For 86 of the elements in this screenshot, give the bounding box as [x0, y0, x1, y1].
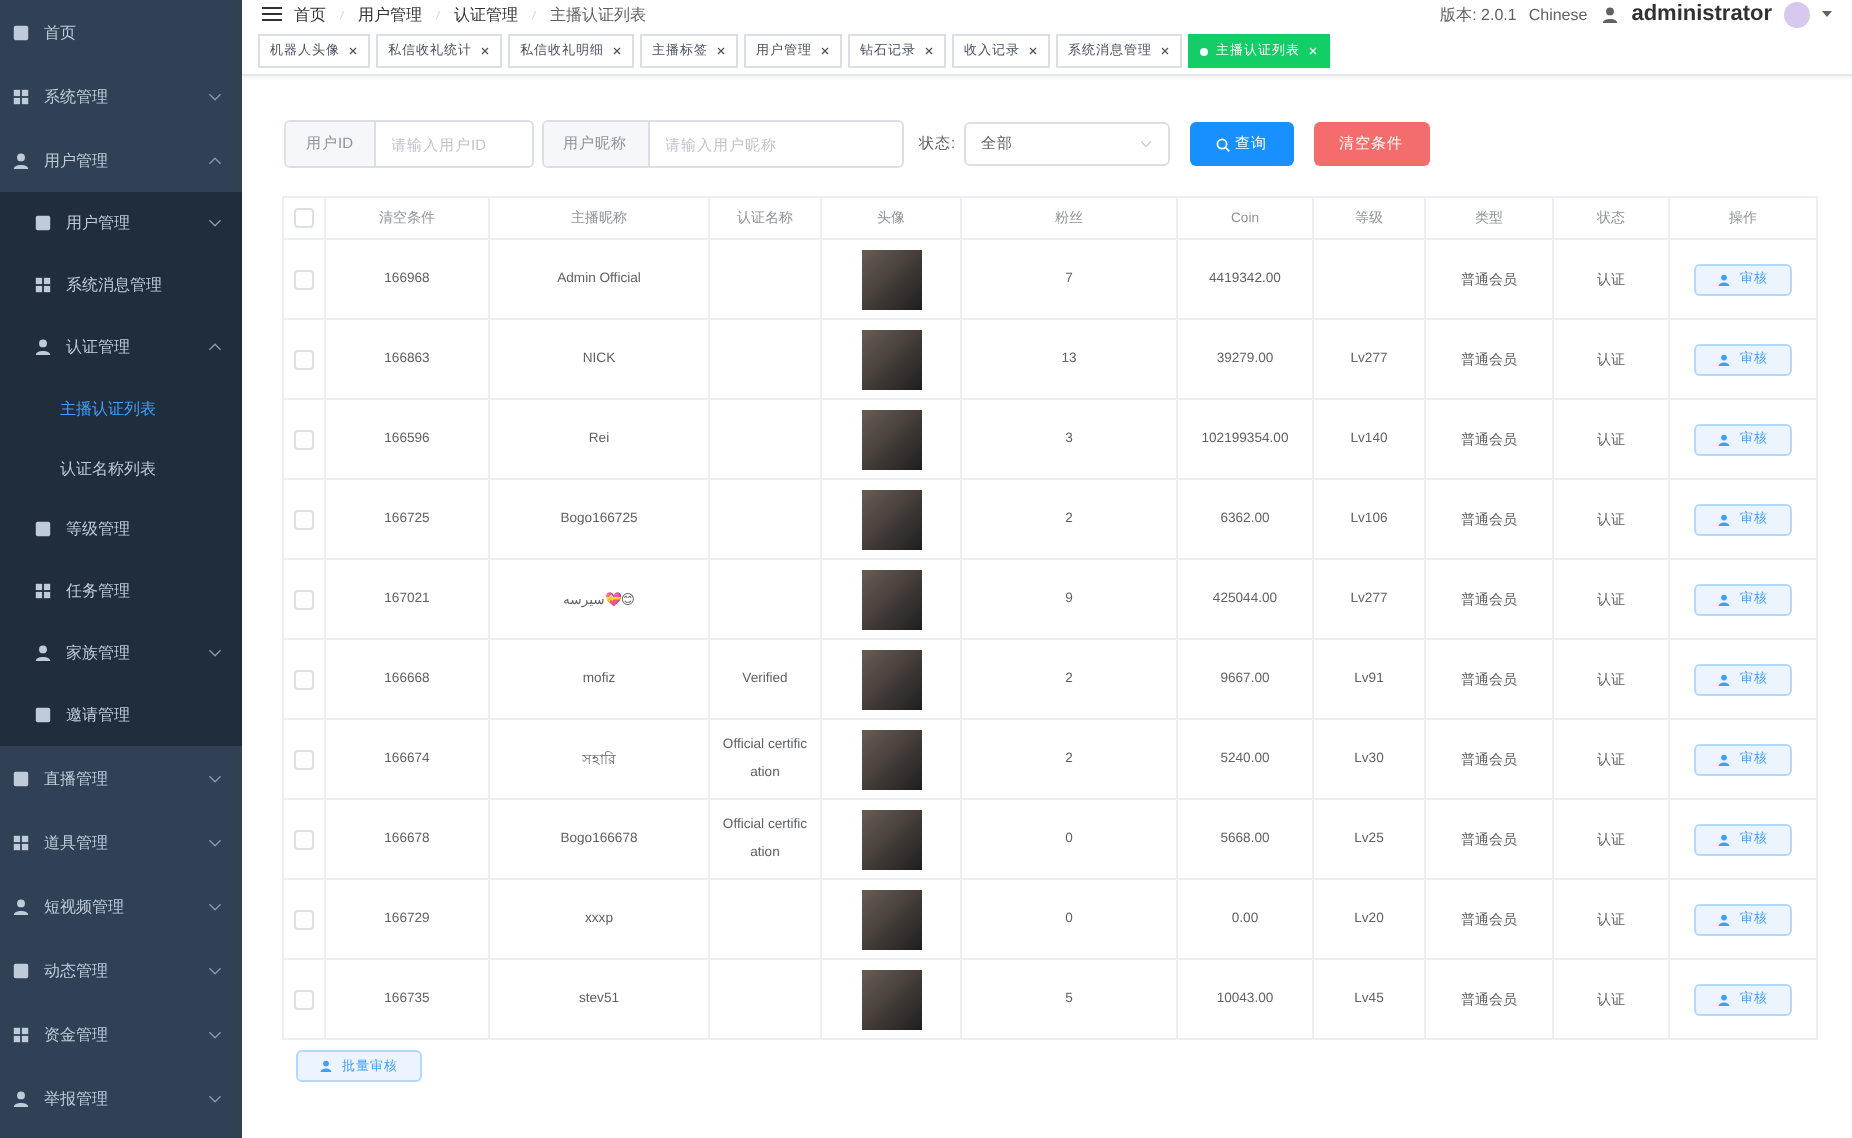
caret-icon [1822, 10, 1832, 18]
version-label: 版本: 2.0.1 [1440, 3, 1517, 25]
photo-placeholder [861, 889, 921, 949]
search-icon [1215, 137, 1230, 151]
user-icon [1718, 913, 1730, 925]
chevron-down-icon [208, 648, 222, 658]
checkbox[interactable] [294, 829, 314, 849]
close-icon [924, 46, 934, 56]
user-icon [1718, 273, 1730, 285]
chevron-down-icon [208, 218, 222, 228]
chevron-up-icon [208, 342, 222, 352]
close-icon [820, 46, 830, 56]
chevron-down-icon [208, 1093, 222, 1103]
sidebar-item[interactable]: 举报管理 [0, 1066, 242, 1130]
sidebar-item[interactable]: 主播认证列表 [0, 378, 242, 438]
close-icon [1308, 46, 1318, 56]
sidebar-item[interactable]: 资金管理 [0, 1002, 242, 1066]
user-icon [1718, 833, 1730, 845]
close-icon [1160, 46, 1170, 56]
photo-placeholder [861, 409, 921, 469]
photo-placeholder [861, 569, 921, 629]
close-icon [348, 46, 358, 56]
separator-icon [530, 7, 538, 21]
sidebar-item[interactable]: 用户管理 [0, 128, 242, 192]
user-icon [1718, 993, 1730, 1005]
sidebar-item[interactable]: 动态管理 [0, 938, 242, 1002]
sidebar-item[interactable]: 用户管理 [0, 192, 242, 254]
chevron-down-icon [208, 837, 222, 847]
people-icon [1599, 5, 1620, 23]
chevron-down-icon [208, 1029, 222, 1039]
chevron-down-icon [208, 901, 222, 911]
sidebar-item[interactable]: 任务管理 [0, 560, 242, 622]
user-icon [1718, 433, 1730, 445]
user-icon [1718, 353, 1730, 365]
close-icon [480, 46, 490, 56]
user-icon [320, 1060, 332, 1072]
avatar[interactable] [1784, 1, 1810, 27]
language-selector[interactable]: Chinese [1528, 5, 1588, 23]
sidebar-item[interactable]: 等级管理 [0, 498, 242, 560]
photo-placeholder [861, 329, 921, 389]
user-name: administrator [1631, 2, 1772, 26]
chevron-up-icon [208, 155, 222, 165]
photo-placeholder [861, 249, 921, 309]
separator-icon [338, 7, 346, 21]
photo-placeholder [861, 729, 921, 789]
sidebar-item[interactable]: 家族管理 [0, 622, 242, 684]
checkbox[interactable] [294, 509, 314, 529]
breadcrumb-item[interactable]: 用户管理 [358, 3, 422, 25]
separator-icon [434, 7, 442, 21]
close-icon [716, 46, 726, 56]
breadcrumb-item: 主播认证列表 [550, 3, 646, 25]
status-dot-icon [1200, 47, 1208, 55]
photo-placeholder [861, 649, 921, 709]
sidebar-item[interactable]: 认证名称列表 [0, 438, 242, 498]
checkbox[interactable] [294, 669, 314, 689]
chevron-down-icon [1139, 140, 1152, 148]
chevron-down-icon [208, 91, 222, 101]
sidebar-item[interactable]: 邀请管理 [0, 684, 242, 746]
photo-placeholder [861, 969, 921, 1029]
user-icon [1718, 753, 1730, 765]
close-icon [1028, 46, 1038, 56]
sidebar-item[interactable]: 认证管理 [0, 316, 242, 378]
sidebar-item[interactable]: 首页 [0, 0, 242, 64]
checkbox[interactable] [294, 208, 314, 228]
checkbox[interactable] [294, 589, 314, 609]
chevron-down-icon [208, 965, 222, 975]
checkbox[interactable] [294, 269, 314, 289]
checkbox[interactable] [294, 429, 314, 449]
photo-placeholder [861, 489, 921, 549]
sidebar-item[interactable]: 短视频管理 [0, 874, 242, 938]
checkbox[interactable] [294, 349, 314, 369]
breadcrumb-item[interactable]: 首页 [294, 3, 326, 25]
checkbox[interactable] [294, 749, 314, 769]
sidebar-item[interactable]: 系统消息管理 [0, 254, 242, 316]
breadcrumb-item[interactable]: 认证管理 [454, 3, 518, 25]
checkbox[interactable] [294, 909, 314, 929]
checkbox[interactable] [294, 989, 314, 1009]
user-icon [1718, 513, 1730, 525]
close-icon [612, 46, 622, 56]
chevron-down-icon [208, 773, 222, 783]
user-icon [1718, 673, 1730, 685]
photo-placeholder [861, 809, 921, 869]
sidebar-item[interactable]: 道具管理 [0, 810, 242, 874]
user-icon [1718, 593, 1730, 605]
sidebar-item[interactable]: 系统管理 [0, 64, 242, 128]
sidebar-item[interactable]: 直播管理 [0, 746, 242, 810]
